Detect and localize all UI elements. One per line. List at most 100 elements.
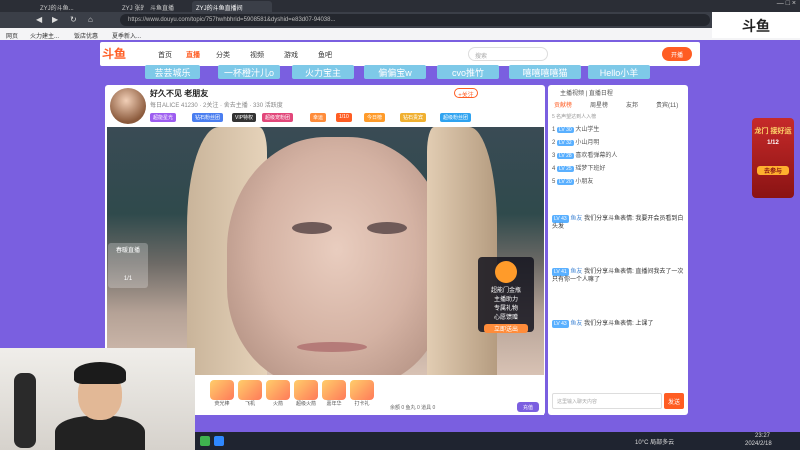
- rank-row[interactable]: 3 LV 28 喜欢看弹幕的人: [552, 150, 682, 160]
- charge-button[interactable]: 充值: [517, 402, 539, 412]
- gift-label: 火箭: [272, 401, 283, 407]
- chat-nick[interactable]: 鱼友: [570, 269, 582, 275]
- gift-popup[interactable]: 超能门金瓶 主播助力 专属礼物 心愿馈赠 立即送出: [478, 257, 534, 333]
- event-promo-count: 1/12: [767, 140, 779, 146]
- room-tag[interactable]: 超能星光: [150, 113, 177, 122]
- room-tag[interactable]: VIP特权: [232, 113, 257, 122]
- gift-icon[interactable]: [238, 380, 262, 400]
- banner-item[interactable]: 芸芸城乐: [145, 65, 200, 79]
- video-mouth: [297, 342, 367, 352]
- window-controls[interactable]: — □ ×: [712, 0, 800, 12]
- room-tag[interactable]: 幸运: [310, 113, 327, 122]
- url-input[interactable]: https://www.douyu.com/topic/757hwhbhrid=…: [120, 14, 710, 26]
- chat-text: 我们分享斗鱼表情: 上课了: [584, 321, 654, 327]
- banner-item[interactable]: 嘻嘻嘻嘻猫: [509, 65, 581, 79]
- rank-name: 瑶梦下班好: [575, 166, 606, 172]
- chat-message: LV 43 鱼友 我们分享斗鱼表情: 上课了: [552, 320, 684, 328]
- event-promo-button[interactable]: 去参与: [757, 166, 789, 175]
- anchor-avatar[interactable]: [110, 88, 146, 124]
- gift-popup-line: 心愿馈赠: [493, 315, 518, 321]
- tab-vip[interactable]: 贵宾(11): [656, 100, 678, 109]
- gift-popup-button[interactable]: 立即送出: [484, 324, 528, 333]
- banner-item[interactable]: cvo推竹: [437, 65, 499, 79]
- reload-icon[interactable]: ↻: [70, 15, 77, 24]
- chat-message: LV 41 鱼友 我们分享斗鱼表情: 直播间我去了一次 只有你一个人嘛了: [552, 268, 684, 284]
- room-tag[interactable]: 超级粉丝团: [440, 113, 472, 122]
- browser-tab[interactable]: 斗鱼直播: [146, 1, 190, 12]
- gift-icon[interactable]: [294, 380, 318, 400]
- bookmark-item[interactable]: 火力建主...: [30, 31, 59, 40]
- gift-label: 荧光棒: [214, 401, 230, 407]
- back-icon[interactable]: ◀: [36, 15, 42, 24]
- rank-number: 4: [552, 166, 556, 172]
- nav-yuba[interactable]: 鱼吧: [318, 50, 332, 60]
- weather-label[interactable]: 10°C 局部多云: [635, 437, 674, 446]
- webcam-overlay: [0, 348, 195, 450]
- rank-level: LV 25: [557, 166, 574, 172]
- rank-row[interactable]: 2 LV 32 小山月明: [552, 137, 682, 147]
- tab-friends[interactable]: 友邦: [626, 100, 638, 109]
- event-promo[interactable]: 龙门 接好运 1/12 去参与: [752, 118, 794, 198]
- room-tag[interactable]: 钻石粉丝团: [192, 113, 224, 122]
- gift-icon[interactable]: [322, 380, 346, 400]
- bookmark-item[interactable]: 网页: [6, 31, 18, 40]
- gift-popup-title: 超能门金瓶: [490, 288, 521, 294]
- banner-item[interactable]: 一杯橙汁儿o: [218, 65, 280, 79]
- site-logo[interactable]: 斗鱼: [102, 45, 126, 62]
- search-input[interactable]: 搜索: [468, 47, 548, 61]
- app-icon[interactable]: [214, 436, 224, 446]
- tab-weekly[interactable]: 周星榜: [590, 100, 608, 109]
- gift-icon[interactable]: [210, 380, 234, 400]
- wechat-icon[interactable]: [200, 436, 210, 446]
- chat-nick[interactable]: 鱼友: [570, 321, 582, 327]
- gift-label: 飞机: [244, 401, 255, 407]
- rank-row[interactable]: 5 LV 20 小朋友: [552, 176, 682, 186]
- chat-nick[interactable]: 鱼友: [570, 216, 582, 222]
- bookmarks-bar: 网页 火力建主... 饭店优惠 夏季新入...: [0, 28, 800, 40]
- clock-date[interactable]: 2024/2/18: [745, 441, 772, 447]
- nav-games[interactable]: 游戏: [284, 50, 298, 60]
- send-button[interactable]: 发送: [664, 393, 684, 409]
- room-tag[interactable]: 超级宠粉团: [262, 113, 294, 122]
- side-panel-header[interactable]: 主播视频 | 直播日程: [560, 88, 613, 97]
- room-tag[interactable]: 今日榜: [364, 113, 386, 122]
- banner-item[interactable]: 偏偏宝w: [364, 65, 426, 79]
- banner-item[interactable]: Hello小羊: [588, 65, 650, 79]
- follow-button[interactable]: +关注: [454, 88, 478, 99]
- browser-tab-bar: ZYJ的斗鱼... ZYJ 张的直播 斗鱼直播 ZYJ的斗鱼直播间: [0, 0, 800, 12]
- video-player[interactable]: [107, 127, 544, 375]
- rank-level: LV 32: [557, 140, 574, 146]
- video-face: [227, 137, 447, 375]
- gift-icon[interactable]: [350, 380, 374, 400]
- rank-number: 3: [552, 153, 556, 159]
- nav-category[interactable]: 分类: [216, 50, 230, 60]
- room-title: 好久不见 老朋友: [150, 89, 209, 98]
- nav-live[interactable]: 直播: [186, 50, 200, 60]
- nav-home[interactable]: 首页: [158, 50, 172, 60]
- chat-input[interactable]: 这里输入聊天内容: [552, 393, 662, 409]
- forward-icon[interactable]: ▶: [52, 15, 58, 24]
- webcam-person-hair: [74, 362, 126, 384]
- home-icon[interactable]: ⌂: [88, 15, 93, 24]
- banner-item[interactable]: 火力宝主: [292, 65, 354, 79]
- browser-tab-active[interactable]: ZYJ的斗鱼直播间: [192, 1, 272, 12]
- clock-time[interactable]: 23:27: [755, 433, 770, 439]
- rank-row[interactable]: 1 LV 30 大山学生: [552, 124, 682, 134]
- browser-tab[interactable]: ZYJ 张的直播: [118, 1, 144, 12]
- bookmark-item[interactable]: 饭店优惠: [74, 31, 98, 40]
- rank-number: 1: [552, 127, 556, 133]
- room-tag[interactable]: 1/10: [336, 113, 352, 122]
- rank-subtitle: 5 名声望达到人入榜: [552, 114, 597, 120]
- bookmark-item[interactable]: 夏季新入...: [112, 31, 141, 40]
- browser-tab[interactable]: ZYJ的斗鱼...: [36, 1, 116, 12]
- go-live-button[interactable]: 开播: [662, 47, 692, 61]
- video-hair: [427, 127, 497, 375]
- tab-contribution[interactable]: 贡献榜: [554, 100, 572, 109]
- promo-widget[interactable]: 春暖直播 1/1: [108, 243, 148, 288]
- rank-row[interactable]: 4 LV 25 瑶梦下班好: [552, 163, 682, 173]
- nav-video[interactable]: 视频: [250, 50, 264, 60]
- chat-message: LV 43 鱼友 我们分享斗鱼表情: 我要开会员看到白头发: [552, 215, 684, 231]
- chat-level: LV 43: [552, 215, 569, 223]
- room-tag[interactable]: 钻石贵宾: [400, 113, 427, 122]
- gift-icon[interactable]: [266, 380, 290, 400]
